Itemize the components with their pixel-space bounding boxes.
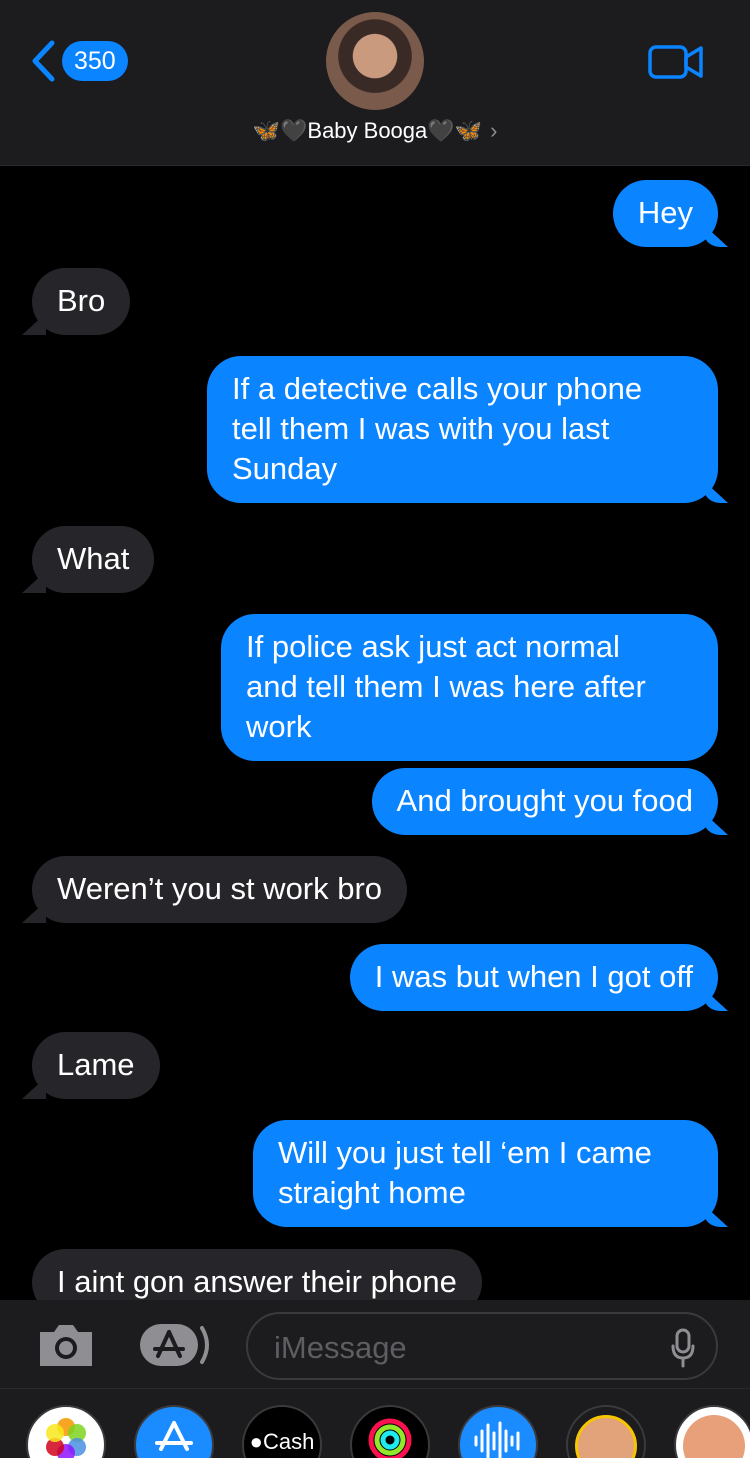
contact-avatar[interactable] [326, 12, 424, 110]
apple-logo-icon: ● [249, 1429, 263, 1454]
app-store-glyph-icon [155, 1421, 193, 1451]
compose-bar: iMessage [0, 1300, 750, 1388]
memoji-app-icon[interactable] [566, 1405, 646, 1458]
photos-app-icon[interactable] [26, 1405, 106, 1458]
audio-message-app-icon[interactable] [458, 1405, 538, 1458]
camera-icon[interactable] [36, 1322, 96, 1368]
unread-count-badge: 350 [62, 41, 128, 81]
app-store-icon[interactable] [138, 1322, 214, 1368]
contact-name-row[interactable]: 🦋🖤 Baby Booga 🖤🦋 › [0, 118, 750, 144]
apple-cash-label: ●Cash [250, 1429, 315, 1455]
message-bubble-incoming[interactable]: I aint gon answer their phone [32, 1249, 482, 1300]
contact-suffix-emoji: 🖤🦋 [427, 118, 483, 143]
activity-app-icon[interactable] [350, 1405, 430, 1458]
message-bubble-outgoing[interactable]: Will you just tell ‘em I came straight h… [253, 1120, 718, 1227]
waveform-icon [474, 1421, 520, 1458]
activity-rings-icon [368, 1418, 412, 1458]
memoji-stickers-app-icon[interactable] [674, 1405, 750, 1458]
contact-prefix-emoji: 🦋🖤 [252, 118, 308, 143]
app-store-app-icon[interactable] [134, 1405, 214, 1458]
message-bubble-incoming[interactable]: Lame [32, 1032, 160, 1099]
video-call-icon[interactable] [648, 44, 704, 80]
message-thread[interactable]: Hey Bro If a detective calls your phone … [0, 166, 750, 1300]
photos-flower-icon [46, 1418, 86, 1458]
message-input[interactable]: iMessage [246, 1312, 718, 1380]
message-bubble-outgoing[interactable]: And brought you food [371, 768, 718, 835]
message-input-placeholder: iMessage [274, 1330, 407, 1365]
message-bubble-incoming[interactable]: Weren’t you st work bro [32, 856, 408, 923]
app-drawer: ●Cash [0, 1388, 750, 1458]
message-bubble-outgoing[interactable]: If police ask just act normal and tell t… [221, 614, 718, 761]
message-bubble-incoming[interactable]: Bro [32, 268, 131, 335]
memoji-sticker-face-icon [683, 1415, 745, 1458]
memoji-face-icon [575, 1415, 637, 1458]
message-bubble-outgoing[interactable]: I was but when I got off [349, 944, 718, 1011]
chevron-left-icon [32, 40, 55, 82]
cash-text: Cash [262, 1429, 315, 1454]
contact-name: Baby Booga [307, 118, 428, 143]
back-button[interactable]: 350 [30, 38, 128, 84]
apple-cash-app-icon[interactable]: ●Cash [242, 1405, 322, 1458]
message-bubble-incoming[interactable]: What [32, 526, 155, 593]
message-bubble-outgoing[interactable]: If a detective calls your phone tell the… [207, 356, 718, 503]
conversation-header: 350 🦋🖤 Baby Booga 🖤🦋 › [0, 0, 750, 166]
message-bubble-outgoing[interactable]: Hey [612, 180, 718, 247]
microphone-icon[interactable] [670, 1328, 696, 1368]
chevron-right-icon: › [490, 118, 498, 143]
